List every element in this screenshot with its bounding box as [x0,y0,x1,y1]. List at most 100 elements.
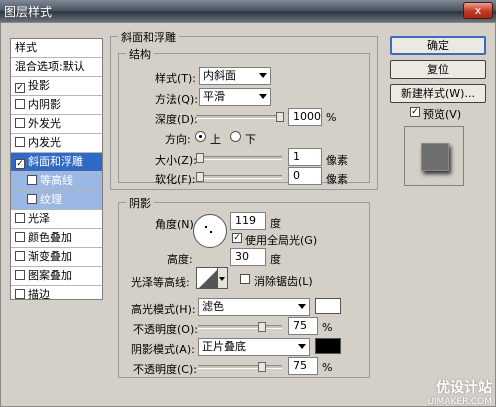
soften-label: 软化(F): [155,173,196,186]
size-input[interactable]: 1 [288,148,322,166]
highlight-opacity-unit: % [322,321,333,334]
style-item-stroke[interactable]: 描边 [11,286,102,305]
global-light-checkbox[interactable] [232,233,242,243]
angle-label: 角度(N): [155,218,198,231]
altitude-input[interactable]: 30 [230,248,266,266]
chevron-down-icon [259,73,267,78]
preview-label: 预览(V) [423,108,462,121]
style-item-drop-shadow[interactable]: 投影 [11,77,102,96]
size-label: 大小(Z): [155,154,197,167]
altitude-unit: 度 [270,253,281,266]
antialias-checkbox[interactable] [240,274,250,284]
shadow-color-swatch[interactable] [315,338,341,354]
checkbox-icon[interactable] [15,137,25,147]
shadow-opacity-input[interactable]: 75 [288,357,318,375]
gloss-contour-label: 光泽等高线: [131,276,190,289]
blend-options-item[interactable]: 混合选项:默认 [11,58,102,77]
method-label: 方法(Q): [155,93,198,106]
slider-thumb[interactable] [258,322,266,332]
chevron-down-icon [298,304,306,309]
global-light-label: 使用全局光(G) [245,234,318,247]
checkbox-icon[interactable] [15,99,25,109]
checkbox-icon[interactable] [15,159,25,169]
depth-unit: % [326,111,337,124]
structure-title: 结构 [126,46,154,62]
highlight-color-swatch[interactable] [315,298,341,314]
contour-dropdown[interactable] [218,267,228,289]
chevron-down-icon [259,94,267,99]
style-item-gradient-overlay[interactable]: 渐变叠加 [11,248,102,267]
shadow-opacity-slider[interactable] [198,362,282,372]
depth-input[interactable]: 1000 [288,108,322,126]
title-bar: 图层样式 x [0,0,496,22]
antialias-label: 消除锯齿(L) [254,275,313,288]
watermark-logo: 优设计站 [436,380,492,396]
direction-up-label: 上 [210,133,221,146]
depth-slider[interactable] [196,112,284,122]
direction-up-radio[interactable] [195,131,206,142]
shadow-opacity-label: 不透明度(C): [133,363,197,376]
window-title: 图层样式 [4,5,53,19]
gloss-contour-preview[interactable] [196,267,218,289]
checkbox-icon[interactable] [15,213,25,223]
ok-button[interactable]: 确定 [390,36,486,55]
slider-thumb[interactable] [196,153,204,163]
chevron-down-icon [298,344,306,349]
style-item-color-overlay[interactable]: 颜色叠加 [11,229,102,248]
soften-slider[interactable] [196,172,282,182]
style-label: 样式(T): [155,72,197,85]
checkbox-icon[interactable] [15,232,25,242]
highlight-opacity-input[interactable]: 75 [288,317,318,335]
style-list: 样式 混合选项:默认 投影 内阴影 外发光 内发光 斜面和浮雕 等高线 纹理 光… [10,38,103,301]
new-style-button[interactable]: 新建样式(W)... [390,84,486,103]
style-preview [404,126,464,186]
preview-checkbox[interactable] [410,107,420,117]
method-select[interactable]: 平滑 [199,88,271,106]
shadow-mode-select[interactable]: 正片叠底 [198,338,310,356]
style-item-bevel-emboss[interactable]: 斜面和浮雕 [11,153,102,172]
watermark-url: UIMAKER.COM [427,397,492,407]
style-item-satin[interactable]: 光泽 [11,210,102,229]
slider-thumb[interactable] [196,172,204,182]
angle-input[interactable]: 119 [230,212,266,230]
checkbox-icon[interactable] [15,289,25,299]
direction-down-label: 下 [245,133,256,146]
style-item-contour[interactable]: 等高线 [11,172,102,191]
highlight-opacity-slider[interactable] [198,322,282,332]
style-item-outer-glow[interactable]: 外发光 [11,115,102,134]
close-button[interactable]: x [463,2,493,19]
reset-button[interactable]: 复位 [390,60,486,79]
style-select[interactable]: 内斜面 [199,67,271,85]
checkbox-icon[interactable] [15,118,25,128]
style-item-texture[interactable]: 纹理 [11,191,102,210]
shadow-opacity-unit: % [322,361,333,374]
shadow-mode-label: 阴影模式(A): [131,343,195,356]
slider-thumb[interactable] [276,112,284,122]
depth-label: 深度(D): [155,113,198,126]
checkbox-icon[interactable] [15,83,25,93]
style-item-inner-shadow[interactable]: 内阴影 [11,96,102,115]
bevel-emboss-title: 斜面和浮雕 [118,29,179,45]
checkbox-icon[interactable] [15,251,25,261]
soften-input[interactable]: 0 [288,167,322,185]
angle-unit: 度 [270,217,281,230]
style-list-header[interactable]: 样式 [11,39,102,58]
preview-swatch [421,143,449,171]
slider-thumb[interactable] [258,362,266,372]
size-slider[interactable] [196,153,282,163]
checkbox-icon[interactable] [27,175,37,185]
size-unit: 像素 [326,154,348,167]
highlight-mode-label: 高光模式(H): [131,303,196,316]
style-item-pattern-overlay[interactable]: 图案叠加 [11,267,102,286]
checkbox-icon[interactable] [15,270,25,280]
highlight-mode-select[interactable]: 滤色 [198,298,310,316]
soften-unit: 像素 [326,173,348,186]
angle-dial[interactable] [193,214,227,248]
direction-label: 方向: [165,133,191,146]
style-item-inner-glow[interactable]: 内发光 [11,134,102,153]
direction-down-radio[interactable] [230,131,241,142]
contour-curve-icon [199,270,217,288]
checkbox-icon[interactable] [27,194,37,204]
shading-title: 阴影 [126,195,154,211]
altitude-label: 高度: [167,253,193,266]
